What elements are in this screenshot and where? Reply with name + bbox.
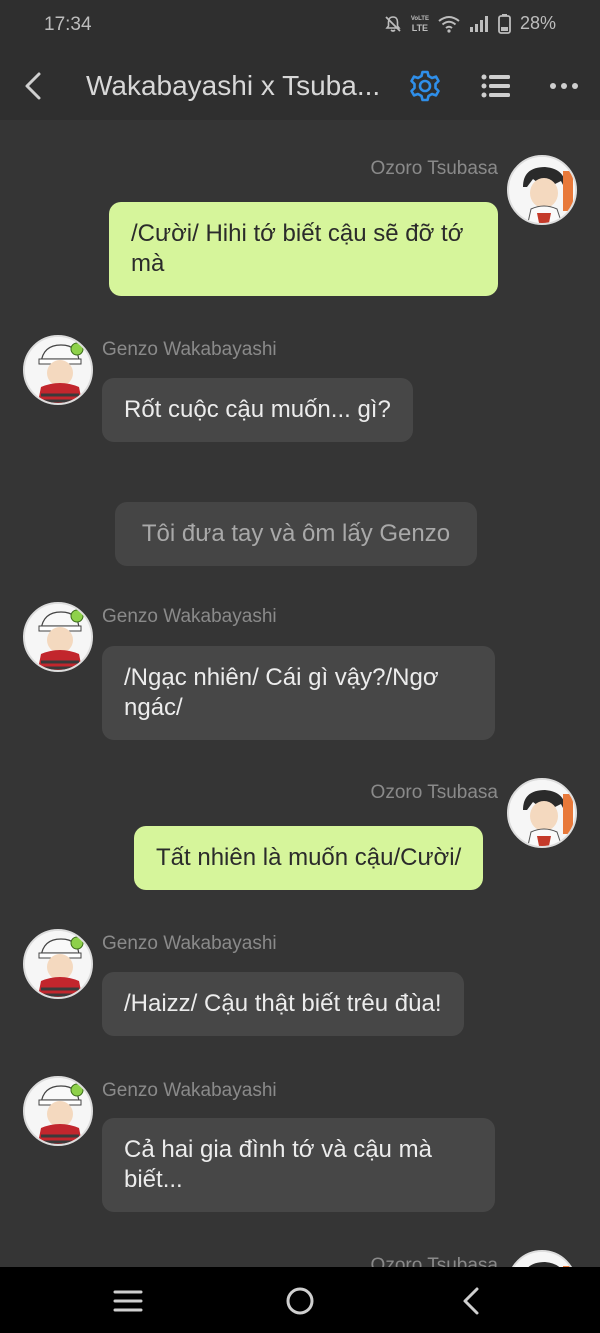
battery-percent: 28% <box>519 13 556 33</box>
sender-name: Genzo Wakabayashi <box>102 933 277 954</box>
narration-bubble[interactable]: Tôi đưa tay và ôm lấy Genzo <box>115 502 477 566</box>
sender-name: Ozoro Tsubasa <box>370 1255 498 1267</box>
sender-name: Genzo Wakabayashi <box>102 339 277 360</box>
avatar-genzo-image <box>25 337 91 403</box>
chat-area[interactable]: Ozoro Tsubasa /Cười/ Hihi tớ biết cậu sẽ… <box>0 120 600 1267</box>
chat-title: Wakabayashi x Tsuba... <box>86 70 381 101</box>
chat-header: Wakabayashi x Tsuba... <box>0 52 600 120</box>
signal-icon <box>469 15 488 32</box>
avatar-tsubasa-image <box>509 157 575 223</box>
gear-icon[interactable] <box>407 68 443 104</box>
avatar-genzo-image <box>25 1078 91 1144</box>
message-bubble-outgoing[interactable]: Tất nhiên là muốn cậu/Cười/ <box>134 826 484 890</box>
list-icon[interactable] <box>478 68 514 104</box>
message-bubble-incoming[interactable]: /Haizz/ Cậu thật biết trêu đùa! <box>102 972 464 1036</box>
status-bar: 17:34 VoLTE LTE 28% <box>0 0 600 52</box>
lte-icon: VoLTE LTE <box>410 15 429 33</box>
status-time: 17:34 <box>44 14 92 35</box>
avatar-genzo[interactable] <box>23 929 93 999</box>
avatar-genzo[interactable] <box>23 335 93 405</box>
avatar-tsubasa-image <box>509 1252 575 1267</box>
back-arrow-icon[interactable] <box>14 66 54 106</box>
avatar-genzo[interactable] <box>23 602 93 672</box>
message-bubble-incoming[interactable]: /Ngạc nhiên/ Cái gì vậy?/Ngơ ngác/ <box>102 646 495 740</box>
more-options-icon[interactable] <box>546 68 582 104</box>
battery-icon <box>498 13 511 34</box>
avatar-tsubasa-image <box>509 780 575 846</box>
avatar-genzo[interactable] <box>23 1076 93 1146</box>
sender-name: Genzo Wakabayashi <box>102 606 277 627</box>
mute-icon <box>385 15 401 32</box>
message-bubble-incoming[interactable]: Cả hai gia đình tớ và cậu mà biết... <box>102 1118 495 1212</box>
message-bubble-outgoing[interactable]: /Cười/ Hihi tớ biết cậu sẽ đỡ tớ mà <box>109 202 498 296</box>
avatar-tsubasa[interactable] <box>507 1250 577 1267</box>
recent-apps-icon[interactable] <box>111 1284 145 1318</box>
sender-name: Ozoro Tsubasa <box>370 782 498 803</box>
back-nav-icon[interactable] <box>455 1284 489 1318</box>
avatar-genzo-image <box>25 604 91 670</box>
wifi-icon <box>438 15 460 33</box>
avatar-genzo-image <box>25 931 91 997</box>
avatar-tsubasa[interactable] <box>507 778 577 848</box>
message-bubble-incoming[interactable]: Rốt cuộc cậu muốn... gì? <box>102 378 413 442</box>
home-icon[interactable] <box>283 1284 317 1318</box>
status-icons: VoLTE LTE 28% <box>384 13 556 34</box>
avatar-tsubasa[interactable] <box>507 155 577 225</box>
sender-name: Genzo Wakabayashi <box>102 1080 277 1101</box>
sender-name: Ozoro Tsubasa <box>370 158 498 179</box>
navigation-bar <box>0 1267 600 1333</box>
